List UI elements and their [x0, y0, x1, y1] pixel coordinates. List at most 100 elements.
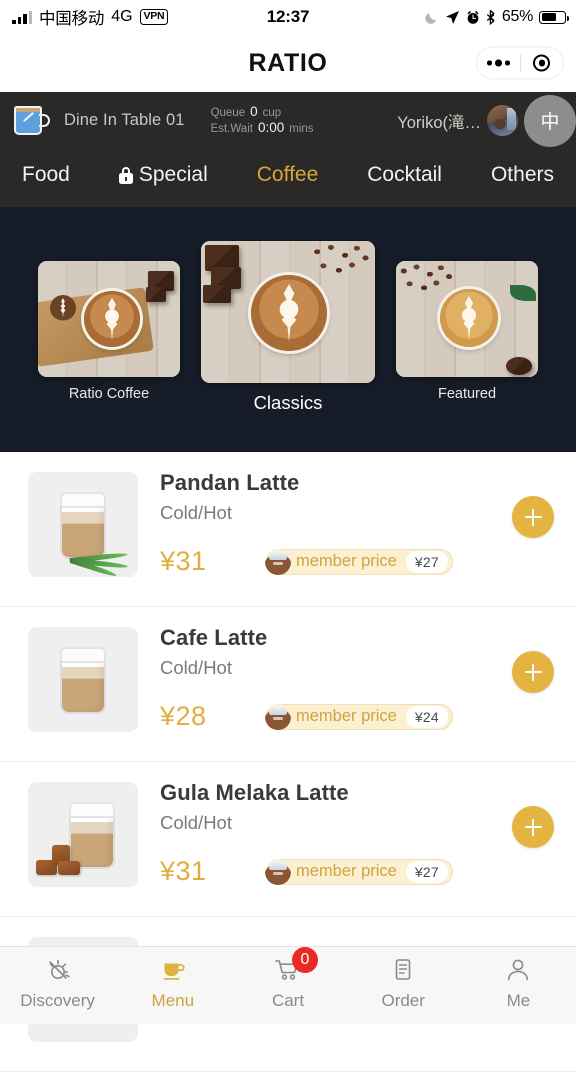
carousel-image — [38, 261, 180, 377]
category-label: Others — [490, 163, 554, 186]
shopping-cart-icon: 0 — [273, 947, 318, 984]
tab-label: Order — [381, 991, 425, 1010]
carousel-caption: Classics — [253, 392, 323, 413]
target-circle-icon[interactable] — [521, 54, 564, 72]
tab-discovery[interactable]: Discovery — [0, 956, 115, 1011]
carousel-slide-featured[interactable]: Featured — [396, 261, 538, 402]
product-price: ¥28 — [160, 701, 207, 731]
queue-row: Queue 0 cup — [211, 105, 314, 120]
member-price-badge: member price ¥27 — [265, 858, 453, 885]
person-icon — [503, 956, 533, 984]
status-bar-left: 中国移动 4G VPN — [12, 5, 169, 29]
member-price-label: member price — [296, 552, 397, 570]
category-tab-food[interactable]: Food — [22, 163, 70, 187]
queue-info: Queue 0 cup Est.Wait 0:00 mins — [211, 105, 314, 136]
battery-icon — [539, 10, 569, 24]
member-price-badge: member price ¥27 — [265, 548, 453, 575]
carousel-image — [396, 261, 538, 377]
add-to-cart-button[interactable] — [512, 806, 554, 848]
product-name: Pandan Latte — [160, 470, 300, 495]
tab-menu[interactable]: Menu — [115, 956, 230, 1011]
subcategory-carousel[interactable]: Ratio Coffee Classics Featured — [0, 207, 576, 452]
category-label: Cocktail — [367, 163, 442, 186]
carousel-slide-classics[interactable]: Classics — [201, 241, 375, 414]
tab-label: Discovery — [20, 991, 95, 1010]
coffee-mug-icon — [14, 106, 50, 135]
table-row[interactable]: Gula Melaka Latte Cold/Hot ¥31 member pr… — [0, 762, 576, 917]
category-tab-others[interactable]: Others — [491, 163, 554, 187]
language-toggle-button[interactable]: 中 — [524, 94, 576, 147]
carrier-label: 中国移动 — [39, 10, 105, 28]
member-price-label: member price — [296, 862, 397, 880]
add-to-cart-button[interactable] — [512, 651, 554, 693]
product-thumbnail — [28, 472, 138, 577]
queue-value: 0 — [250, 104, 258, 119]
wechat-capsule[interactable] — [476, 46, 564, 80]
network-type-label: 4G — [111, 8, 133, 25]
store-info-bar: Dine In Table 01 Queue 0 cup Est.Wait 0:… — [0, 92, 576, 149]
product-info: Gula Melaka Latte Cold/Hot ¥31 member pr… — [138, 780, 558, 887]
tab-label: Cart — [271, 991, 305, 1010]
product-options: Cold/Hot — [160, 812, 232, 833]
tab-label: Menu — [151, 991, 195, 1010]
product-price: ¥31 — [160, 856, 207, 886]
avatar[interactable] — [487, 105, 518, 136]
product-info: Cafe Latte Cold/Hot ¥28 member price ¥24 — [138, 625, 558, 732]
cart-badge: 0 — [292, 947, 318, 973]
est-wait-label: Est.Wait — [210, 123, 253, 135]
location-icon — [445, 10, 459, 24]
tab-label: Me — [506, 991, 531, 1010]
tab-me[interactable]: Me — [461, 956, 576, 1011]
more-dots-icon[interactable] — [477, 59, 520, 67]
product-name: Gula Melaka Latte — [160, 780, 349, 805]
signal-icon — [12, 10, 32, 24]
user-area[interactable]: Yoriko(滝… 中 — [397, 94, 576, 147]
product-price-row: ¥31 member price ¥27 — [160, 546, 558, 577]
product-name: Cafe Latte — [160, 625, 268, 650]
category-tab-coffee[interactable]: Coffee — [257, 163, 319, 187]
category-tab-special[interactable]: Special — [118, 163, 208, 187]
product-info: Pandan Latte Cold/Hot ¥31 member price ¥… — [138, 470, 558, 577]
mascot-icon — [265, 703, 291, 730]
product-thumbnail — [28, 782, 138, 887]
coffee-cup-icon — [158, 956, 188, 984]
page-title: RATIO — [248, 48, 328, 77]
tab-order[interactable]: Order — [346, 956, 461, 1011]
carousel-caption: Featured — [437, 386, 497, 402]
product-options: Cold/Hot — [160, 657, 232, 678]
mascot-icon — [265, 858, 291, 885]
est-wait-unit: mins — [289, 123, 314, 135]
battery-percent-label: 65% — [501, 8, 533, 25]
carousel-image — [201, 241, 375, 383]
user-name-label: Yoriko(滝… — [397, 113, 481, 132]
product-price-row: ¥31 member price ¥27 — [160, 856, 558, 887]
status-bar-right: 65% — [425, 8, 569, 26]
product-thumbnail — [28, 627, 138, 732]
est-wait-value: 0:00 — [257, 120, 285, 135]
bluetooth-icon — [486, 9, 495, 25]
alarm-icon — [467, 10, 479, 24]
table-row[interactable]: Cafe Latte Cold/Hot ¥28 member price ¥24 — [0, 607, 576, 762]
discovery-icon — [43, 956, 73, 984]
product-options: Cold/Hot — [160, 502, 232, 523]
member-price-badge: member price ¥24 — [265, 703, 453, 730]
table-row[interactable]: Pandan Latte Cold/Hot ¥31 member price ¥… — [0, 452, 576, 607]
add-to-cart-button[interactable] — [512, 496, 554, 538]
queue-label: Queue — [210, 107, 246, 119]
moon-icon — [425, 13, 436, 24]
product-price: ¥31 — [160, 546, 207, 576]
category-label: Special — [138, 163, 208, 186]
tab-cart[interactable]: 0 Cart — [230, 947, 345, 1011]
vpn-badge: VPN — [139, 9, 169, 25]
category-tab-cocktail[interactable]: Cocktail — [367, 163, 442, 187]
est-wait-row: Est.Wait 0:00 mins — [211, 121, 314, 136]
queue-unit: cup — [262, 107, 282, 119]
category-label: Food — [22, 163, 70, 186]
carousel-slide-ratio-coffee[interactable]: Ratio Coffee — [38, 261, 180, 402]
app-header: RATIO — [0, 34, 576, 92]
product-price-row: ¥28 member price ¥24 — [160, 701, 558, 732]
bottom-tab-bar: Discovery Menu 0 Cart Order Me — [0, 946, 576, 1024]
category-tabs: Food Special Coffee Cocktail Others — [0, 149, 576, 207]
mascot-icon — [265, 548, 291, 575]
category-label: Coffee — [256, 163, 319, 186]
